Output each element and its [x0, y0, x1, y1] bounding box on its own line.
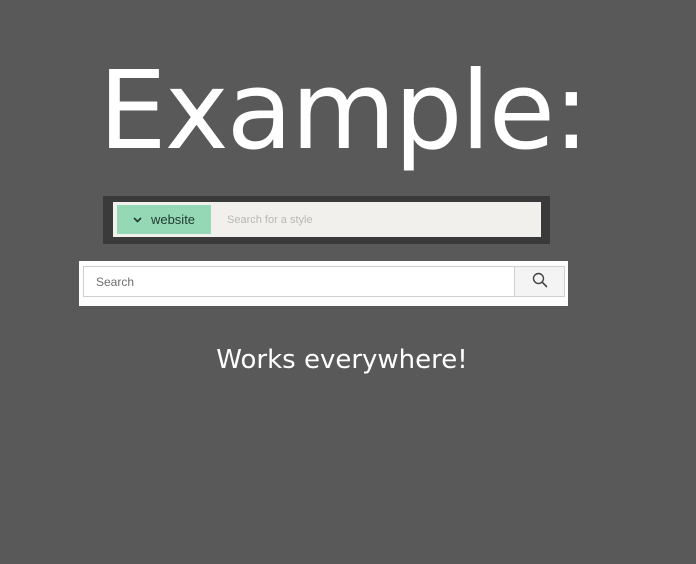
plain-search-bar: [79, 261, 568, 306]
page-subtitle: Works everywhere!: [216, 345, 468, 375]
styled-search-field-container: website: [113, 202, 541, 237]
chevron-down-icon: [133, 215, 143, 225]
style-search-input[interactable]: [211, 202, 541, 237]
styled-search-bar: website: [103, 196, 550, 244]
website-dropdown[interactable]: website: [117, 205, 211, 234]
plain-search-field-container: [83, 266, 565, 297]
search-input[interactable]: [83, 266, 514, 297]
search-button[interactable]: [514, 266, 565, 297]
website-dropdown-label: website: [150, 212, 196, 227]
search-icon: [532, 272, 548, 292]
page-title: Example:: [98, 49, 590, 174]
